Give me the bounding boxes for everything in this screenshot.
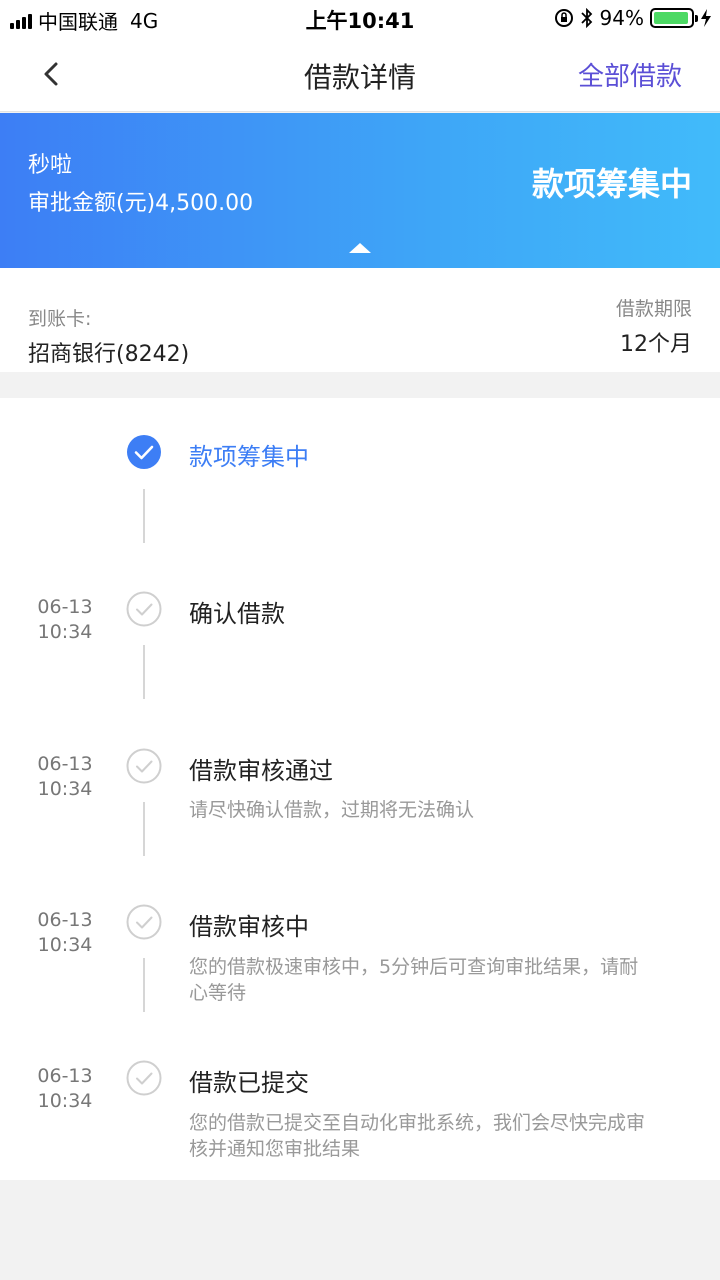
loan-info: 到账卡: 招商银行(8242) 借款期限 12个月 xyxy=(0,268,720,372)
orientation-lock-icon xyxy=(554,9,573,27)
expand-caret-icon[interactable] xyxy=(349,243,371,253)
check-outline-icon xyxy=(126,1060,162,1096)
timeline-connector xyxy=(143,645,145,699)
banner-status: 款项筹集中 xyxy=(531,165,692,203)
status-right: 94% xyxy=(554,6,712,30)
check-outline-icon xyxy=(126,904,162,940)
loan-status-banner[interactable]: 秒啦 审批金额(元)4,500.00 款项筹集中 xyxy=(0,113,720,268)
battery-percent: 94% xyxy=(599,6,644,30)
timeline-connector xyxy=(143,489,145,543)
step-title: 确认借款 xyxy=(189,600,285,628)
step-desc: 请尽快确认借款，过期将无法确认 xyxy=(189,799,475,821)
battery-icon xyxy=(650,8,698,28)
step-title: 借款已提交 xyxy=(189,1069,309,1097)
progress-timeline: 款项筹集中 06-13 10:34 确认借款 06-13 10:34 借款审核通… xyxy=(0,398,720,1180)
term-value: 12个月 xyxy=(620,332,692,357)
step-time: 10:34 xyxy=(37,1090,93,1112)
card-label: 到账卡: xyxy=(28,308,92,330)
step-date: 06-13 xyxy=(37,909,93,931)
step-time: 10:34 xyxy=(37,621,93,643)
step-date: 06-13 xyxy=(37,1065,93,1087)
battery-level xyxy=(654,12,688,24)
timeline-connector xyxy=(143,958,145,1012)
check-outline-icon xyxy=(126,591,162,627)
step-time: 10:34 xyxy=(37,934,93,956)
card-value: 招商银行(8242) xyxy=(28,342,190,367)
product-name: 秒啦 xyxy=(28,153,73,178)
term-label: 借款期限 xyxy=(615,298,692,320)
all-loans-link[interactable]: 全部借款 xyxy=(578,56,682,93)
step-desc: 您的借款极速审核中，5分钟后可查询审批结果，请耐心等待 xyxy=(189,956,639,1004)
bluetooth-icon xyxy=(580,8,592,28)
status-bar: 中国联通 4G 上午10:41 94% xyxy=(0,0,720,36)
check-filled-icon xyxy=(127,435,161,469)
step-title: 款项筹集中 xyxy=(189,443,309,471)
approved-amount: 审批金额(元)4,500.00 xyxy=(28,191,254,216)
timeline-connector xyxy=(143,802,145,856)
charging-icon xyxy=(701,9,711,27)
step-date: 06-13 xyxy=(37,596,93,618)
step-title: 借款审核中 xyxy=(189,913,309,941)
step-desc: 您的借款已提交至自动化审批系统，我们会尽快完成审核并通知您审批结果 xyxy=(189,1112,646,1160)
step-date: 06-13 xyxy=(37,753,93,775)
step-title: 借款审核通过 xyxy=(189,757,333,785)
check-outline-icon xyxy=(126,748,162,784)
step-time: 10:34 xyxy=(37,778,93,800)
nav-bar: 借款详情 全部借款 xyxy=(0,36,720,112)
